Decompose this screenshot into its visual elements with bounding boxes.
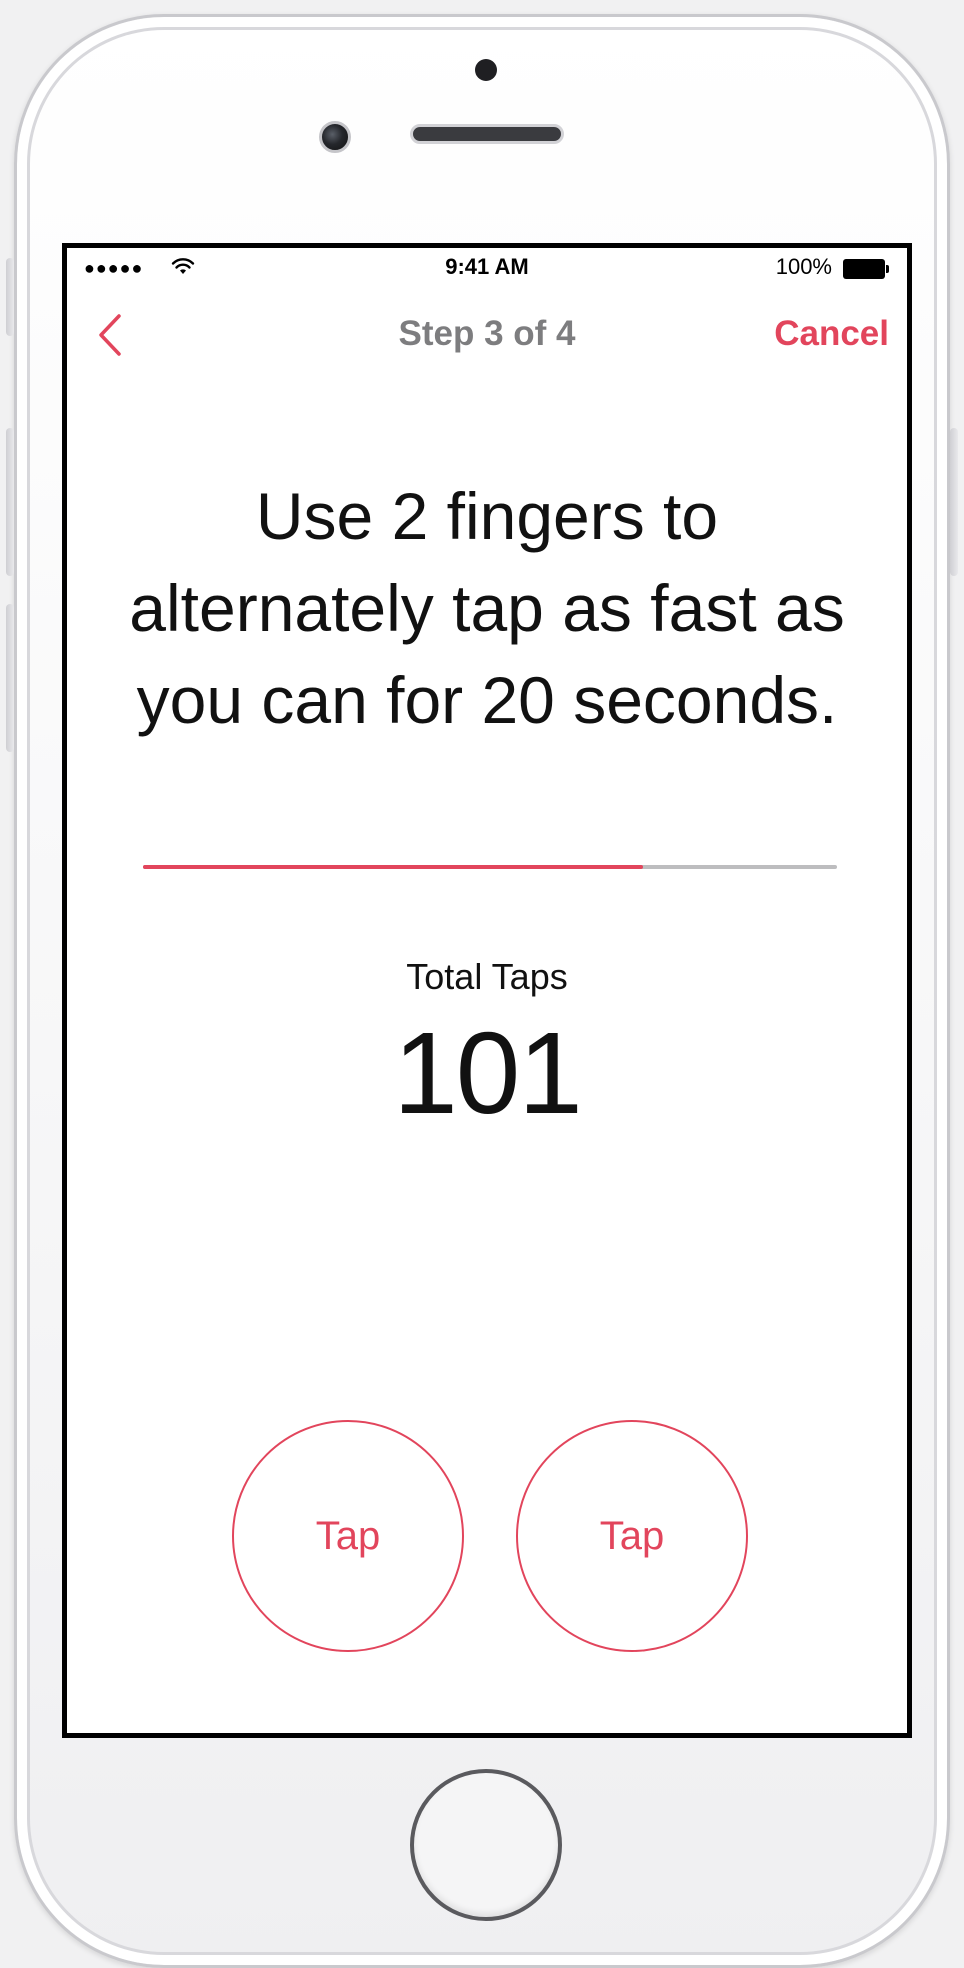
earpiece-speaker bbox=[410, 124, 564, 144]
mute-switch bbox=[6, 258, 14, 336]
left-tap-button[interactable]: Tap bbox=[232, 1420, 464, 1652]
home-button[interactable] bbox=[410, 1769, 562, 1921]
instruction-text: Use 2 fingers to alternately tap as fast… bbox=[129, 479, 845, 737]
battery-full-icon bbox=[843, 259, 889, 279]
right-tap-button[interactable]: Tap bbox=[516, 1420, 748, 1652]
volume-down-button bbox=[6, 604, 14, 752]
battery-percent: 100% bbox=[775, 254, 832, 279]
cancel-button[interactable]: Cancel bbox=[774, 314, 889, 354]
navigation-bar: Step 3 of 4 Cancel bbox=[67, 288, 907, 388]
phone-screen: ●●●●● 9:41 AM 100% Step 3 of 4 Cancel Us… bbox=[62, 243, 912, 1738]
status-bar: ●●●●● 9:41 AM 100% bbox=[67, 248, 907, 288]
power-button bbox=[950, 428, 958, 576]
total-taps-label: Total Taps bbox=[406, 956, 568, 997]
progress-bar bbox=[143, 865, 837, 869]
volume-up-button bbox=[6, 428, 14, 576]
front-camera bbox=[319, 121, 351, 153]
total-taps-count: 101 bbox=[393, 1008, 583, 1138]
progress-fill bbox=[143, 865, 643, 869]
proximity-sensor bbox=[475, 59, 497, 81]
